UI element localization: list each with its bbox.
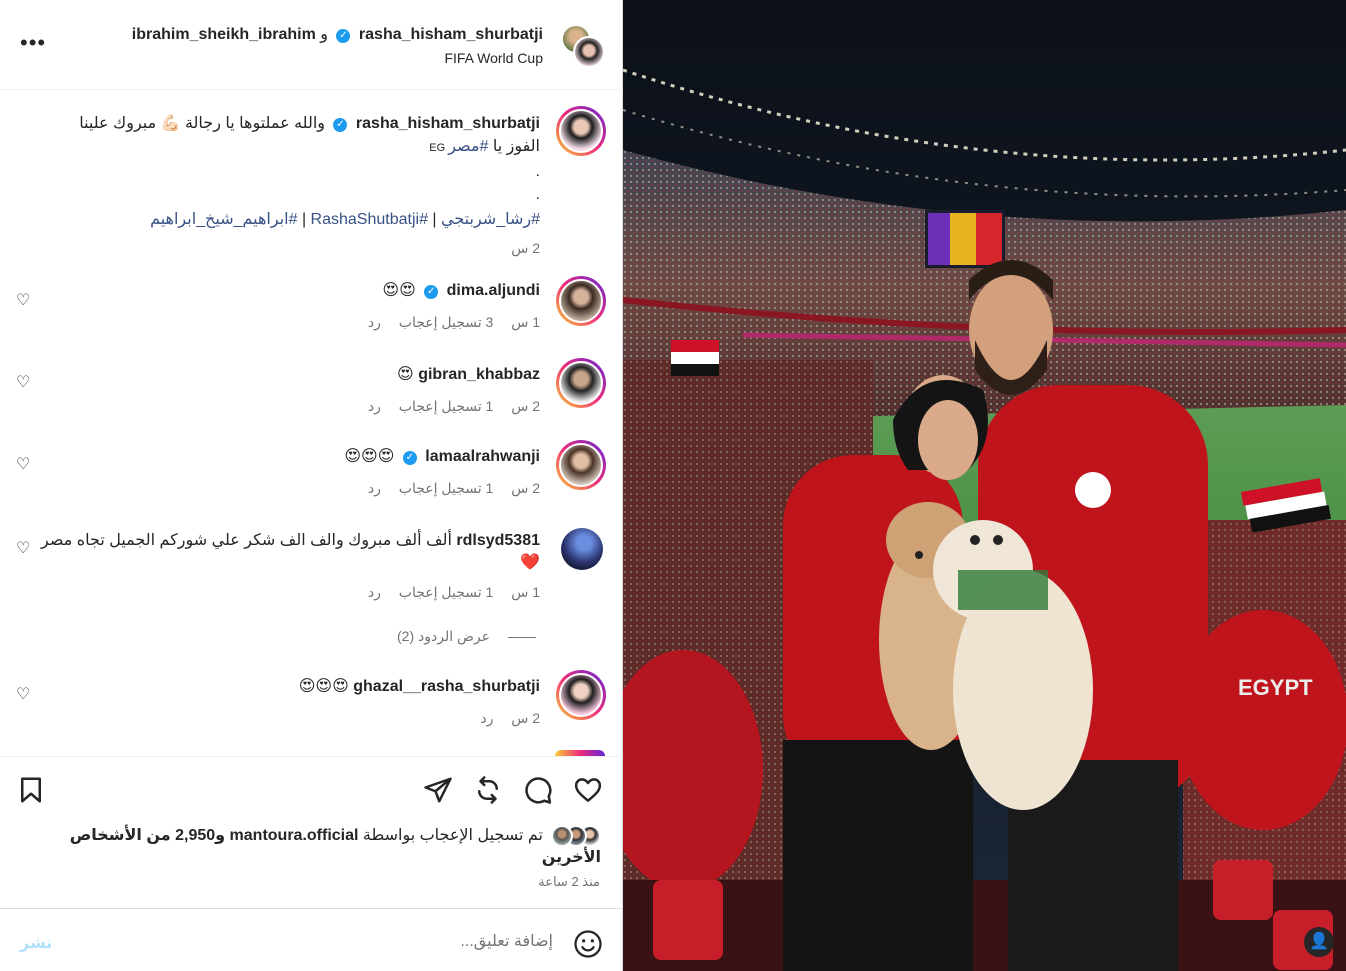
header-users: rasha_hisham_shurbatji ✓ و ibrahim_sheik… xyxy=(132,24,543,44)
comment-time[interactable]: 2 س xyxy=(511,398,540,414)
caption-time[interactable]: 2 س xyxy=(20,237,540,260)
comment-username[interactable]: dima.aljundi xyxy=(447,282,540,299)
reply-button[interactable]: رد xyxy=(368,314,381,330)
hashtag-link[interactable]: #رشا_شربتجي xyxy=(441,211,540,228)
avatar[interactable] xyxy=(556,276,606,326)
heart-icon[interactable]: ♡ xyxy=(16,372,30,392)
post-header: ••• rasha_hisham_shurbatji ✓ و ibrahim_s… xyxy=(0,0,623,90)
reply-button[interactable]: رد xyxy=(480,710,493,726)
share-icon[interactable] xyxy=(473,775,503,805)
comment-text: 😍😍😍 xyxy=(298,678,349,695)
likes-summary: تم تسجيل الإعجاب بواسطة mantoura.officia… xyxy=(21,825,601,869)
comment-time[interactable]: 2 س xyxy=(511,480,540,496)
bookmark-icon[interactable] xyxy=(16,775,46,805)
comment-likes[interactable]: 1 تسجيل إعجاب xyxy=(399,480,494,496)
comment-meta: 2 س 1 تسجيل إعجاب رد xyxy=(354,480,540,497)
add-comment-bar: نشر xyxy=(0,908,623,971)
comment-body: ghazal__rasha_shurbatji 😍😍😍 xyxy=(40,676,540,698)
comment-body: dima.aljundi ✓ 😍😍 xyxy=(40,280,540,302)
hashtag-link[interactable]: #ابراهيم_شيخ_ابراهيم xyxy=(150,211,297,228)
likes-user[interactable]: mantoura.official xyxy=(230,827,359,844)
avatar[interactable] xyxy=(556,358,606,408)
more-options-button[interactable]: ••• xyxy=(20,30,46,56)
caption-text: rasha_hisham_shurbatji ✓ والله عملتوها ي… xyxy=(20,112,540,260)
heart-icon[interactable]: ♡ xyxy=(16,684,30,704)
comment-input[interactable] xyxy=(83,927,553,957)
hashtag-link[interactable]: #RashaShutbatji xyxy=(311,211,428,228)
likes-prefix: تم تسجيل الإعجاب بواسطة xyxy=(358,827,543,845)
jersey-text: EGYPT xyxy=(1238,675,1313,700)
heart-icon[interactable]: ♡ xyxy=(16,454,30,474)
reply-button[interactable]: رد xyxy=(368,398,381,414)
view-replies-button[interactable]: عرض الردود (2) xyxy=(397,628,536,645)
reply-button[interactable]: رد xyxy=(368,480,381,496)
header-avatars[interactable] xyxy=(561,24,605,68)
comment-username[interactable]: ghazal__rasha_shurbatji xyxy=(353,678,540,695)
hashtag-separator: | xyxy=(297,211,311,228)
comment-time[interactable]: 1 س xyxy=(511,584,540,600)
comment-icon[interactable] xyxy=(523,775,553,805)
reply-button[interactable]: رد xyxy=(368,584,381,600)
comment-time[interactable]: 2 س xyxy=(511,710,540,726)
verified-icon: ✓ xyxy=(336,29,351,43)
comment-likes[interactable]: 3 تسجيل إعجاب xyxy=(399,314,494,330)
comment-text: 😍😍 xyxy=(382,282,416,299)
comment-likes[interactable]: 1 تسجيل إعجاب xyxy=(399,398,494,414)
avatar[interactable] xyxy=(556,670,606,720)
hashtag-link[interactable]: #مصر xyxy=(448,138,488,155)
post-photo[interactable]: EGYPT 👤 xyxy=(623,0,1346,971)
comment-body: lamaalrahwanji ✓ 😍😍😍 xyxy=(40,446,540,468)
comment-time[interactable]: 1 س xyxy=(511,314,540,330)
heart-icon[interactable]: ♡ xyxy=(16,538,30,558)
caption-dot: . xyxy=(535,163,540,180)
caption-username[interactable]: rasha_hisham_shurbatji xyxy=(356,115,540,132)
comment-username[interactable]: gibran_khabbaz xyxy=(418,366,540,383)
comment-meta: 2 س رد xyxy=(466,710,540,727)
verified-icon: ✓ xyxy=(424,285,439,299)
comment-likes[interactable]: 1 تسجيل إعجاب xyxy=(399,584,494,600)
comment-body: gibran_khabbaz 😍 xyxy=(40,364,540,386)
header-user1[interactable]: rasha_hisham_shurbatji xyxy=(359,26,543,43)
post-actions: تم تسجيل الإعجاب بواسطة mantoura.officia… xyxy=(0,756,623,906)
comment-text: 😍😍😍 xyxy=(344,448,395,465)
egypt-flag xyxy=(671,340,719,376)
avatar xyxy=(551,825,573,847)
comment-body: rdlsyd5381 ألف ألف مبروك والف الف شكر عل… xyxy=(40,530,540,574)
stadium-photo: EGYPT xyxy=(623,0,1346,971)
liker-avatars[interactable] xyxy=(549,825,601,847)
header-user2[interactable]: ibrahim_sheikh_ibrahim xyxy=(132,26,316,43)
caption-line1: والله عملتوها يا رجالة 💪🏻 مبروك علينا xyxy=(79,115,326,132)
verified-icon: ✓ xyxy=(333,118,348,132)
comment-meta: 1 س 1 تسجيل إعجاب رد xyxy=(354,584,540,601)
caption-dot: . xyxy=(535,186,540,203)
send-icon[interactable] xyxy=(423,775,453,805)
comment-username[interactable]: lamaalrahwanji xyxy=(425,448,540,465)
comment-username[interactable]: rdlsyd5381 xyxy=(456,532,540,549)
user-tag-icon[interactable]: 👤 xyxy=(1304,927,1334,957)
hashtag-separator: | xyxy=(427,211,442,228)
post-panel: ••• rasha_hisham_shurbatji ✓ و ibrahim_s… xyxy=(0,0,623,971)
emoji-icon[interactable] xyxy=(573,929,603,959)
avatar[interactable] xyxy=(556,440,606,490)
post-comment-button[interactable]: نشر xyxy=(20,933,52,953)
post-timestamp[interactable]: منذ 2 ساعة xyxy=(538,874,600,890)
caption-line2-suffix: EG xyxy=(429,142,449,154)
verified-icon: ✓ xyxy=(402,451,417,465)
caption-line2-prefix: الفوز يا xyxy=(488,138,540,155)
comment-text: 😍 xyxy=(397,366,414,383)
comment-meta: 2 س 1 تسجيل إعجاب رد xyxy=(354,398,540,415)
heart-icon[interactable]: ♡ xyxy=(16,290,30,310)
post-location[interactable]: FIFA World Cup xyxy=(444,50,543,66)
avatar[interactable] xyxy=(556,106,606,156)
avatar xyxy=(573,36,605,68)
header-connector: و xyxy=(320,26,329,43)
avatar[interactable] xyxy=(561,528,603,570)
heart-icon[interactable] xyxy=(573,775,603,805)
comment-meta: 1 س 3 تسجيل إعجاب رد xyxy=(354,314,540,331)
